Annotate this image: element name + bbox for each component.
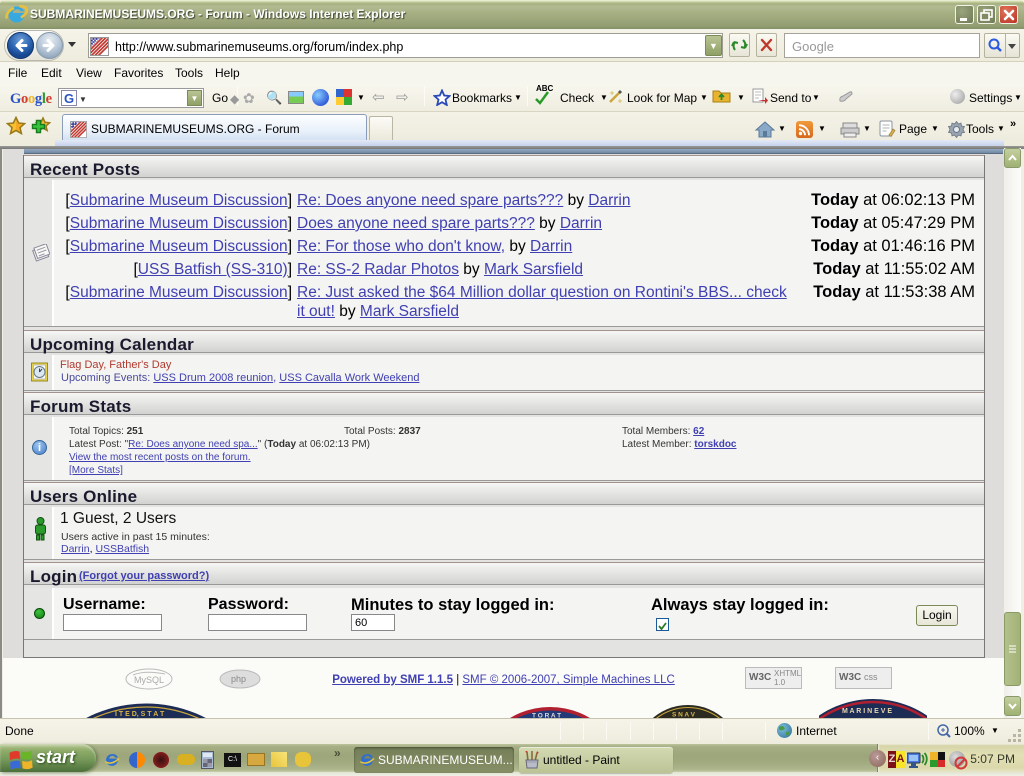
svg-text:M A R I N E V E: M A R I N E V E — [842, 708, 892, 715]
svg-text:I T E D, S T A T: I T E D, S T A T — [115, 711, 165, 718]
